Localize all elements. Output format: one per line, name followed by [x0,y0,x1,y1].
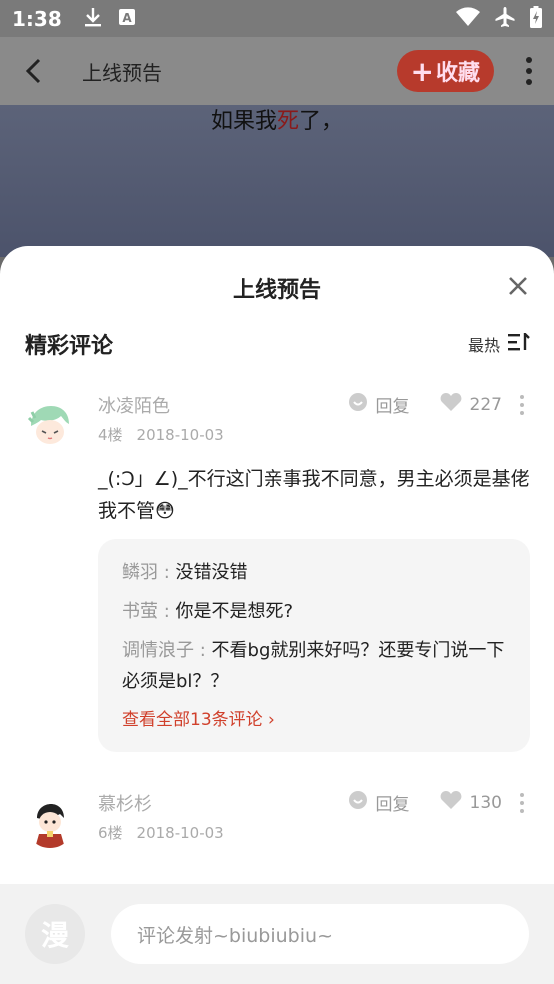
section-header: 精彩评论 最热 [0,330,554,359]
sort-icon [508,331,530,355]
video-player[interactable]: 如果我死了， [0,105,554,257]
reply-label: 回复 [375,795,410,815]
back-arrow-icon[interactable] [18,56,48,86]
video-subtitle: 如果我死了， [210,109,344,134]
plus-icon: + [410,54,434,88]
comment-actions: 回复 227 [348,392,524,417]
reply-icon [348,790,368,815]
comment-date: 2018-10-03 [136,824,224,842]
sheet-title: 上线预告 [232,278,321,303]
replies-box[interactable]: 鳞羽 : 没错没错 书萤 : 你是不是想死? 调情浪子 : 不看bg就别来好吗？… [98,539,530,752]
comment-meta: 6楼 2018-10-03 [98,822,530,843]
like-button[interactable]: 130 [440,790,502,815]
reply-username[interactable]: 鳞羽 [122,562,158,583]
airplane-mode-icon [494,6,516,32]
top-app-bar: 上线预告 + 收藏 [0,37,554,105]
close-icon[interactable] [508,276,528,296]
like-count: 227 [469,394,502,415]
comment-meta: 4楼 2018-10-03 [98,424,530,445]
comment-actions: 回复 130 [348,790,524,815]
page-title: 上线预告 [82,60,162,85]
comment-floor: 6楼 [98,824,123,842]
comment-input[interactable]: 评论发射~biubiubiu~ [111,904,529,964]
reply-item: 鳞羽 : 没错没错 [122,562,248,583]
comment-more-icon[interactable] [520,394,524,415]
svg-text:A: A [122,11,132,25]
like-count: 130 [469,792,502,813]
comment-date: 2018-10-03 [136,426,224,444]
status-bar: 1:38 A [0,0,554,37]
wifi-icon [456,6,480,31]
heart-icon [440,790,462,815]
comment-floor: 4楼 [98,426,123,444]
comment-text: _(:Ɔ」∠)_不行这门亲事我不同意，男主必须是基佬我不管😳 [98,468,530,522]
comment-item: 回复 130 慕杉杉 6楼 2018-10-03 [0,790,554,848]
comments-sheet: 上线预告 精彩评论 最热 回复 227 冰凌陌色 4楼 2018-10-03 _… [0,246,554,984]
reply-icon [348,392,368,417]
comment-more-icon[interactable] [520,792,524,813]
reply-button[interactable]: 回复 [348,392,410,417]
reply-item: 调情浪子 : 不看bg就别来好吗？还要专门说一下必须是bl？？ [122,640,505,692]
download-icon [84,7,102,31]
sort-button[interactable]: 最热 [467,331,530,356]
reply-text: 没错没错 [175,562,248,583]
reply-username[interactable]: 调情浪子 [122,640,194,661]
reply-username[interactable]: 书萤 [122,601,158,622]
battery-charging-icon [530,5,542,32]
comment-item: 回复 227 冰凌陌色 4楼 2018-10-03 _(:Ɔ」∠)_不行这门亲事我… [0,392,554,752]
like-button[interactable]: 227 [440,392,502,417]
background-page: 上线预告 + 收藏 如果我死了， [0,37,554,257]
favorite-button[interactable]: + 收藏 [396,50,494,92]
more-options-icon[interactable] [522,57,536,85]
status-time: 1:38 [12,6,62,31]
user-avatar[interactable] [25,400,75,450]
favorite-label: 收藏 [435,61,480,86]
reply-label: 回复 [375,397,410,417]
app-notification-icon: A [118,8,136,30]
heart-icon [440,392,462,417]
reply-text: 你是不是想死? [175,601,294,622]
sheet-header: 上线预告 [0,246,554,330]
reply-button[interactable]: 回复 [348,790,410,815]
comment-input-bar: 漫 评论发射~biubiubiu~ [0,884,554,984]
section-title: 精彩评论 [25,334,114,359]
reply-item: 书萤 : 你是不是想死? [122,601,294,622]
user-avatar[interactable] [25,798,75,848]
manga-icon[interactable]: 漫 [25,904,85,964]
sort-label: 最热 [467,336,500,355]
see-all-replies-link[interactable]: 查看全部13条评论 › [122,705,506,730]
